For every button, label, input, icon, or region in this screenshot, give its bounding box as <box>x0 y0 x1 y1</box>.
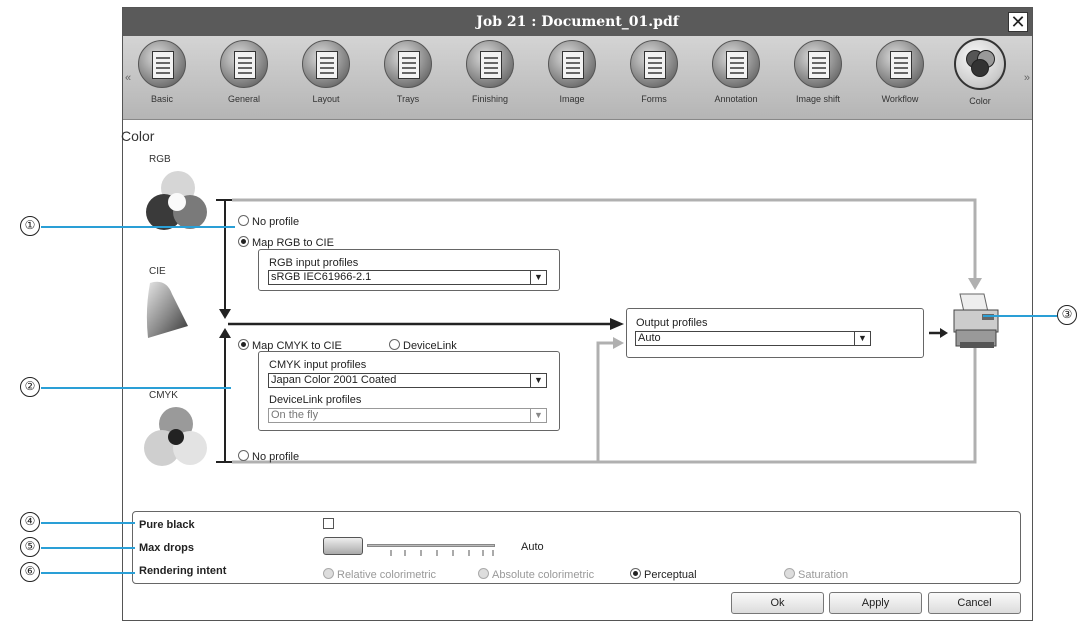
intent-relative-radio[interactable]: Relative colorimetric <box>323 565 436 583</box>
rgb-no-profile-radio[interactable]: No profile <box>238 212 299 230</box>
radio-icon <box>630 568 641 579</box>
radio-icon <box>323 568 334 579</box>
callout-line <box>983 315 1057 317</box>
radio-icon <box>238 215 249 226</box>
chevron-down-icon: ▼ <box>854 332 870 345</box>
ok-button[interactable]: Ok <box>731 592 824 614</box>
cmyk-input-label: CMYK input profiles <box>269 359 367 371</box>
output-profiles-label: Output profiles <box>636 317 708 329</box>
callout-3: ③ <box>1057 305 1077 325</box>
slider-ticks <box>390 550 494 556</box>
select-value: Auto <box>638 332 661 344</box>
cmyk-input-group: CMYK input profiles Japan Color 2001 Coa… <box>258 351 560 431</box>
cmyk-input-select[interactable]: Japan Color 2001 Coated ▼ <box>268 373 547 388</box>
printer-icon <box>953 293 999 348</box>
callout-2: ② <box>20 377 40 397</box>
radio-label: Perceptual <box>644 569 697 581</box>
radio-label: No profile <box>252 451 300 463</box>
select-value: sRGB IEC61966-2.1 <box>271 271 372 283</box>
rgb-input-group: RGB input profiles sRGB IEC61966-2.1 ▼ <box>258 249 560 291</box>
chevron-down-icon: ▼ <box>530 409 546 422</box>
radio-icon <box>238 450 249 461</box>
rgb-input-select[interactable]: sRGB IEC61966-2.1 ▼ <box>268 270 547 285</box>
cmyk-no-profile-radio[interactable]: No profile <box>238 447 299 465</box>
radio-label: Relative colorimetric <box>337 569 437 581</box>
max-drops-track[interactable] <box>367 544 495 547</box>
select-value: On the fly <box>271 409 319 421</box>
max-drops-label: Max drops <box>139 542 195 554</box>
callout-line <box>41 522 135 524</box>
radio-icon <box>478 568 489 579</box>
devicelink-select[interactable]: On the fly ▼ <box>268 408 547 423</box>
callout-line <box>41 572 135 574</box>
output-profiles-group: Output profiles Auto ▼ <box>626 308 924 358</box>
devicelink-label: DeviceLink profiles <box>269 394 362 406</box>
callout-line <box>41 547 135 549</box>
radio-label: No profile <box>252 216 300 228</box>
cancel-button[interactable]: Cancel <box>928 592 1021 614</box>
radio-icon <box>389 339 400 350</box>
print-settings-group: Pure black Max drops Auto Rendering inte… <box>132 511 1021 584</box>
callout-6: ⑥ <box>20 562 40 582</box>
radio-icon <box>784 568 795 579</box>
intent-saturation-radio[interactable]: Saturation <box>784 565 848 583</box>
callout-line <box>41 226 235 228</box>
radio-label: Absolute colorimetric <box>492 569 595 581</box>
chevron-down-icon: ▼ <box>530 374 546 387</box>
callout-line <box>41 387 231 389</box>
max-drops-value: Auto <box>521 541 544 553</box>
radio-label: Saturation <box>798 569 849 581</box>
intent-perceptual-radio[interactable]: Perceptual <box>630 565 697 583</box>
callout-5: ⑤ <box>20 537 40 557</box>
chevron-down-icon: ▼ <box>530 271 546 284</box>
output-profiles-select[interactable]: Auto ▼ <box>635 331 871 346</box>
rgb-input-label: RGB input profiles <box>269 257 359 269</box>
radio-label: Map RGB to CIE <box>252 237 334 249</box>
radio-icon <box>238 339 249 350</box>
intent-absolute-radio[interactable]: Absolute colorimetric <box>478 565 594 583</box>
pure-black-label: Pure black <box>139 519 195 531</box>
select-value: Japan Color 2001 Coated <box>271 374 397 386</box>
max-drops-slider-handle[interactable] <box>323 537 363 555</box>
radio-icon <box>238 236 249 247</box>
callout-1: ① <box>20 216 40 236</box>
rendering-intent-label: Rendering intent <box>139 565 227 577</box>
callout-4: ④ <box>20 512 40 532</box>
apply-button[interactable]: Apply <box>829 592 922 614</box>
pure-black-checkbox[interactable] <box>323 518 334 529</box>
